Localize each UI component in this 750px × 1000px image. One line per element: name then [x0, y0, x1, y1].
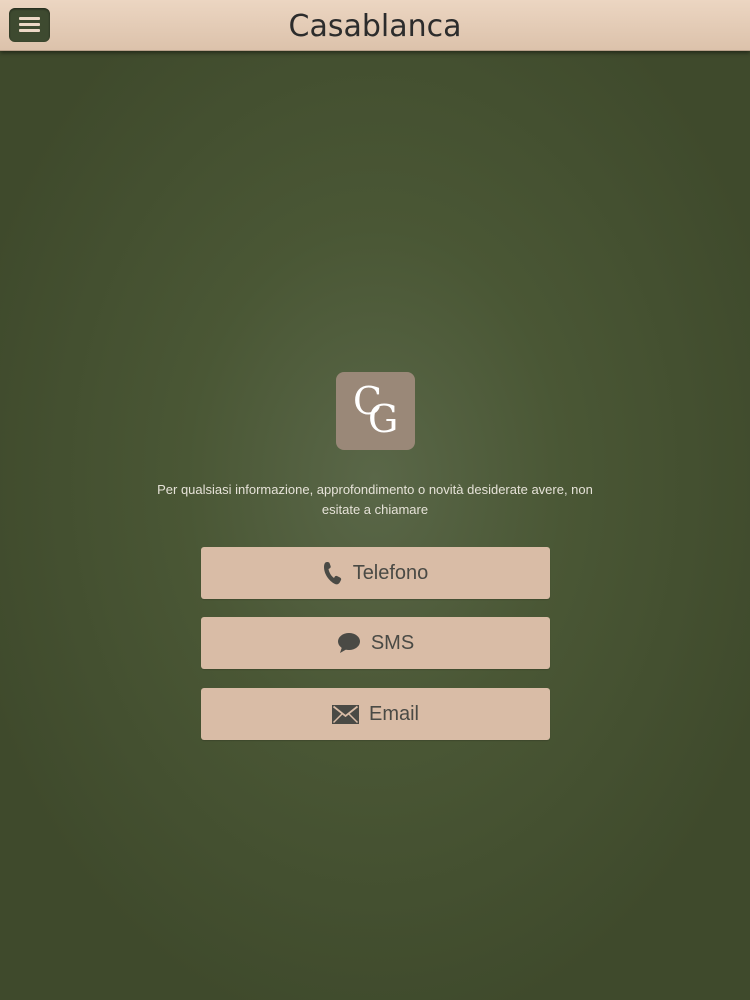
- logo: C G: [336, 372, 415, 450]
- email-button[interactable]: Email: [201, 688, 550, 740]
- chat-bubble-icon: [337, 632, 361, 654]
- hamburger-menu-icon: [19, 17, 40, 20]
- envelope-icon: [331, 704, 359, 724]
- email-label: Email: [368, 702, 419, 725]
- logo-letter-g: G: [368, 397, 399, 441]
- telefono-button[interactable]: Telefono: [201, 547, 550, 599]
- menu-button[interactable]: [9, 8, 50, 42]
- phone-icon: [323, 561, 343, 585]
- telefono-label: Telefono: [352, 561, 429, 584]
- info-text: Per qualsiasi informazione, approfondime…: [157, 482, 593, 517]
- sms-label: SMS: [370, 631, 415, 654]
- top-bar: [0, 0, 750, 51]
- sms-button[interactable]: SMS: [201, 617, 550, 669]
